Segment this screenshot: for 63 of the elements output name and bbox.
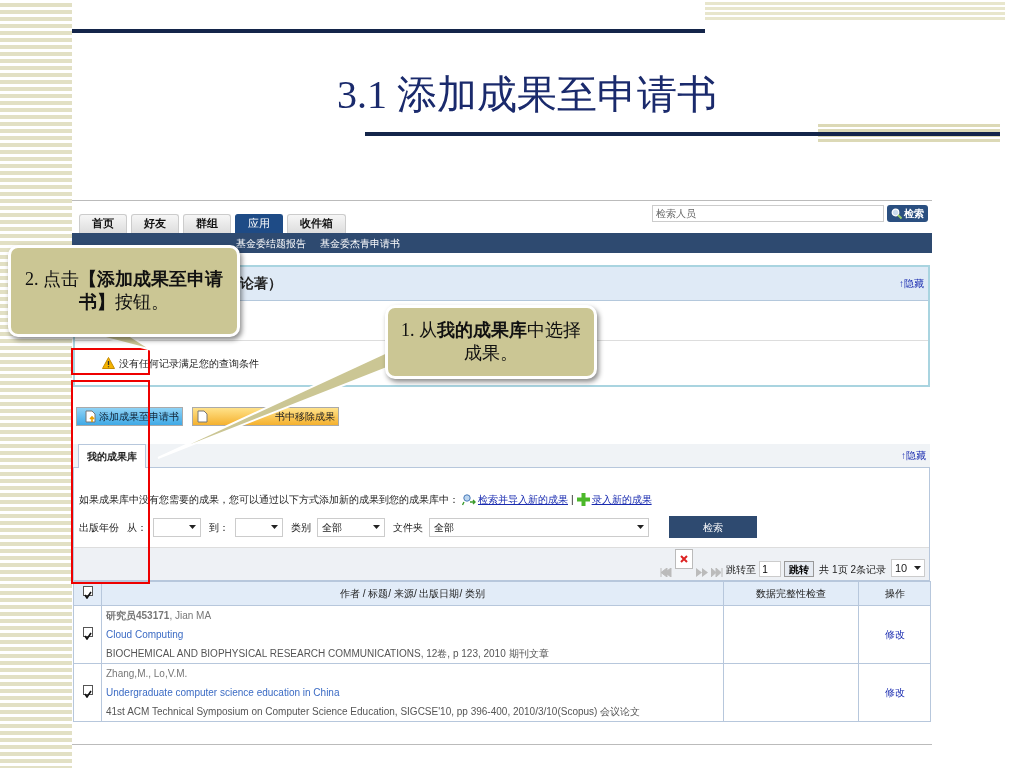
hide-link[interactable]: ↑隐藏 bbox=[899, 276, 924, 291]
jump-label: 跳转至 bbox=[726, 563, 757, 577]
author-text: Zhang,M., Lo,V.M. bbox=[106, 667, 189, 681]
nav-tab[interactable]: 好友 bbox=[131, 214, 179, 233]
column-header: 数据完整性检查 bbox=[756, 588, 826, 599]
column-header: 操作 bbox=[884, 588, 905, 599]
select-field[interactable] bbox=[153, 517, 201, 537]
record-summary: 共 1页 2条记录 bbox=[819, 563, 886, 577]
page-size-select[interactable]: 10 bbox=[891, 559, 925, 577]
select-field[interactable]: 全部 bbox=[317, 517, 385, 537]
last-page-icon bbox=[711, 568, 724, 577]
caret-icon bbox=[271, 525, 278, 529]
plus-icon bbox=[576, 493, 590, 506]
search-field[interactable]: 检索人员 bbox=[652, 205, 884, 222]
add-button[interactable]: 添加成果至申请书 bbox=[76, 407, 183, 426]
select-field[interactable]: 全部 bbox=[429, 517, 649, 537]
hint-text: 如果成果库中没有您需要的成果，您可以通过以下方式添加新的成果到您的成果库中： bbox=[79, 493, 459, 507]
caret-icon bbox=[189, 525, 196, 529]
edit-link[interactable]: 修改 bbox=[884, 687, 905, 698]
nav-tab[interactable]: 首页 bbox=[79, 214, 127, 233]
jump-button[interactable]: 跳转 bbox=[784, 561, 815, 577]
action-link[interactable]: 检索并导入新的成果 bbox=[462, 492, 568, 507]
action-link[interactable]: 录入新的成果 bbox=[576, 492, 652, 507]
hide-link[interactable]: ↑隐藏 bbox=[901, 448, 926, 463]
caret-icon bbox=[373, 525, 380, 529]
slide-title: 3.1 添加成果至申请书 bbox=[337, 71, 717, 119]
document-icon bbox=[197, 410, 209, 423]
first-page-icon bbox=[660, 568, 673, 577]
document-add-icon bbox=[85, 410, 97, 423]
checkbox[interactable] bbox=[82, 585, 93, 596]
title-link[interactable]: Undergraduate computer science education in China bbox=[106, 685, 340, 700]
caret-icon bbox=[914, 566, 921, 570]
select-field[interactable] bbox=[235, 517, 283, 537]
nav-tab[interactable]: 收件箱 bbox=[287, 214, 346, 233]
search-button[interactable]: 检索 bbox=[887, 205, 928, 222]
edit-link[interactable]: 修改 bbox=[884, 629, 905, 640]
search-button[interactable]: 检索 bbox=[669, 516, 757, 538]
source-text: BIOCHEMICAL AND BIOPHYSICAL RESEARCH COMMUNICATIONS, 12卷, p 123, 2010 期刊文章 bbox=[106, 647, 550, 661]
filter-label: 类别 bbox=[291, 520, 311, 535]
broken-image-icon bbox=[675, 549, 694, 569]
checkbox[interactable] bbox=[82, 684, 93, 695]
filter-label: 出版年份 bbox=[79, 520, 119, 535]
next-page-icon bbox=[696, 568, 709, 577]
filter-label: 文件夹 bbox=[393, 520, 423, 535]
search-icon bbox=[891, 208, 902, 219]
source-text: 41st ACM Technical Symposium on Computer Science Education, SIGCSE'10, pp 396-400, 2010/3/10(Scopus) 会议论文 bbox=[106, 705, 642, 719]
caret-icon bbox=[637, 525, 644, 529]
checkbox[interactable] bbox=[82, 626, 93, 637]
person-search-icon bbox=[462, 493, 476, 506]
nav-tab[interactable]: 应用 bbox=[235, 214, 283, 233]
title-link[interactable]: Cloud Computing bbox=[106, 627, 184, 642]
filter-label: 从： bbox=[127, 520, 147, 535]
author-text: 研究员453171, Jian MA bbox=[106, 609, 213, 623]
callout-note: 1. 从我的成果库中选择成果。 bbox=[385, 305, 597, 379]
nav-tab[interactable]: 群组 bbox=[183, 214, 231, 233]
link-separator: | bbox=[571, 493, 574, 507]
warning-icon bbox=[102, 357, 115, 369]
filter-label: 到： bbox=[209, 520, 229, 535]
page-field[interactable]: 1 bbox=[759, 561, 782, 577]
nav-link[interactable]: 基金委杰青申请书 bbox=[320, 235, 400, 251]
section-title: 论著） bbox=[240, 274, 282, 293]
column-header: 作者 / 标题/ 来源/ 出版日期/ 类别 bbox=[340, 588, 485, 599]
library-tab[interactable]: 我的成果库 bbox=[78, 444, 146, 468]
